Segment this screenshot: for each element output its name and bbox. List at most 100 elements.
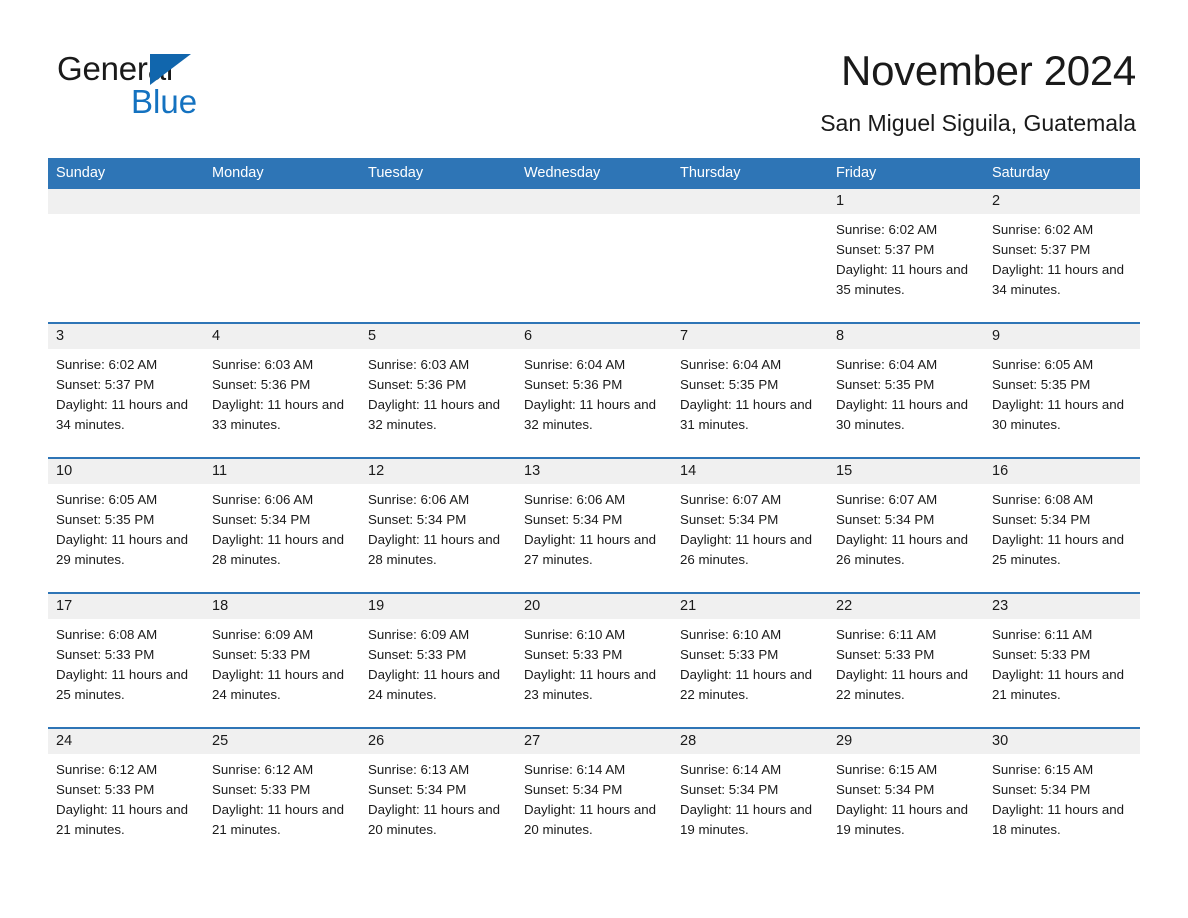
daylight-text: Daylight: 11 hours and 28 minutes.: [212, 532, 345, 567]
sunset-text: Sunset: 5:34 PM: [836, 782, 935, 797]
sunrise-text: Sunrise: 6:02 AM: [992, 222, 1094, 237]
sunrise-text: Sunrise: 6:14 AM: [524, 762, 626, 777]
day-details: Sunrise: 6:08 AM Sunset: 5:33 PM Daylight:…: [48, 619, 204, 705]
day-cell[interactable]: 27 Sunrise: 6:14 AM Sunset: 5:34 PM Dayligh…: [516, 727, 672, 841]
sunrise-text: Sunrise: 6:14 AM: [680, 762, 782, 777]
day-cell[interactable]: 17 Sunrise: 6:08 AM Sunset: 5:33 PM Dayligh…: [48, 592, 204, 728]
day-number: 25: [204, 729, 360, 754]
day-cell[interactable]: 3 Sunrise: 6:02 AM Sunset: 5:37 PM Daylight…: [48, 322, 204, 458]
sunrise-text: Sunrise: 6:06 AM: [212, 492, 314, 507]
sunrise-text: Sunrise: 6:04 AM: [836, 357, 938, 372]
sunset-text: Sunset: 5:34 PM: [680, 512, 779, 527]
day-cell[interactable]: 12 Sunrise: 6:06 AM Sunset: 5:34 PM Dayligh…: [360, 457, 516, 593]
day-cell[interactable]: 22 Sunrise: 6:11 AM Sunset: 5:33 PM Dayligh…: [828, 592, 984, 728]
day-cell-inner: 20 Sunrise: 6:10 AM Sunset: 5:33 PM Dayligh…: [516, 594, 672, 727]
day-cell[interactable]: 6 Sunrise: 6:04 AM Sunset: 5:36 PM Daylight…: [516, 322, 672, 458]
sunset-text: Sunset: 5:35 PM: [992, 377, 1091, 392]
daylight-text: Daylight: 11 hours and 31 minutes.: [680, 397, 813, 432]
day-cell-inner: 4 Sunrise: 6:03 AM Sunset: 5:36 PM Daylight…: [204, 324, 360, 457]
generalblue-logo[interactable]: General Blue: [57, 50, 357, 122]
sunrise-text: Sunrise: 6:08 AM: [992, 492, 1094, 507]
day-cell[interactable]: 15 Sunrise: 6:07 AM Sunset: 5:34 PM Dayligh…: [828, 457, 984, 593]
day-cell[interactable]: 19 Sunrise: 6:09 AM Sunset: 5:33 PM Dayligh…: [360, 592, 516, 728]
day-number: 30: [984, 729, 1140, 754]
sunset-text: Sunset: 5:36 PM: [212, 377, 311, 392]
day-details: Sunrise: 6:12 AM Sunset: 5:33 PM Daylight:…: [48, 754, 204, 840]
day-number: 17: [48, 594, 204, 619]
daylight-text: Daylight: 11 hours and 22 minutes.: [836, 667, 969, 702]
sunrise-text: Sunrise: 6:05 AM: [56, 492, 158, 507]
day-cell[interactable]: 23 Sunrise: 6:11 AM Sunset: 5:33 PM Dayligh…: [984, 592, 1140, 728]
day-details: Sunrise: 6:15 AM Sunset: 5:34 PM Daylight:…: [984, 754, 1140, 840]
calendar-week-row: 1 Sunrise: 6:02 AM Sunset: 5:37 PM Daylight…: [48, 189, 1140, 323]
day-cell[interactable]: 24 Sunrise: 6:12 AM Sunset: 5:33 PM Dayligh…: [48, 727, 204, 841]
day-details: Sunrise: 6:02 AM Sunset: 5:37 PM Daylight:…: [828, 214, 984, 300]
day-cell[interactable]: 7 Sunrise: 6:04 AM Sunset: 5:35 PM Daylight…: [672, 322, 828, 458]
sunrise-text: Sunrise: 6:10 AM: [524, 627, 626, 642]
empty-day-cell: [48, 189, 204, 323]
day-details: Sunrise: 6:05 AM Sunset: 5:35 PM Daylight:…: [48, 484, 204, 570]
weekday-header-tuesday: Tuesday: [360, 158, 516, 189]
day-cell[interactable]: 14 Sunrise: 6:07 AM Sunset: 5:34 PM Dayligh…: [672, 457, 828, 593]
day-cell[interactable]: 5 Sunrise: 6:03 AM Sunset: 5:36 PM Daylight…: [360, 322, 516, 458]
weekday-header-saturday: Saturday: [984, 158, 1140, 189]
day-cell[interactable]: 26 Sunrise: 6:13 AM Sunset: 5:34 PM Dayligh…: [360, 727, 516, 841]
day-cell[interactable]: 13 Sunrise: 6:06 AM Sunset: 5:34 PM Dayligh…: [516, 457, 672, 593]
day-number: 1: [828, 189, 984, 214]
day-cell-inner: 16 Sunrise: 6:08 AM Sunset: 5:34 PM Dayligh…: [984, 459, 1140, 592]
calendar-week-row: 24 Sunrise: 6:12 AM Sunset: 5:33 PM Dayligh…: [48, 727, 1140, 841]
day-cell[interactable]: 11 Sunrise: 6:06 AM Sunset: 5:34 PM Dayligh…: [204, 457, 360, 593]
day-cell-inner: 27 Sunrise: 6:14 AM Sunset: 5:34 PM Dayligh…: [516, 729, 672, 841]
calendar-grid: Sunday Monday Tuesday Wednesday Thursday…: [48, 158, 1140, 841]
day-cell[interactable]: 25 Sunrise: 6:12 AM Sunset: 5:33 PM Dayligh…: [204, 727, 360, 841]
sunrise-text: Sunrise: 6:11 AM: [836, 627, 937, 642]
day-number: 18: [204, 594, 360, 619]
empty-day-cell: [516, 189, 672, 323]
day-cell[interactable]: 10 Sunrise: 6:05 AM Sunset: 5:35 PM Dayligh…: [48, 457, 204, 593]
sunrise-text: Sunrise: 6:07 AM: [680, 492, 782, 507]
daylight-text: Daylight: 11 hours and 19 minutes.: [836, 802, 969, 837]
daylight-text: Daylight: 11 hours and 30 minutes.: [992, 397, 1125, 432]
day-cell[interactable]: 4 Sunrise: 6:03 AM Sunset: 5:36 PM Daylight…: [204, 322, 360, 458]
calendar-body: 1 Sunrise: 6:02 AM Sunset: 5:37 PM Daylight…: [48, 189, 1140, 841]
daylight-text: Daylight: 11 hours and 32 minutes.: [524, 397, 657, 432]
daylight-text: Daylight: 11 hours and 25 minutes.: [992, 532, 1125, 567]
day-cell[interactable]: 28 Sunrise: 6:14 AM Sunset: 5:34 PM Dayligh…: [672, 727, 828, 841]
day-cell[interactable]: 20 Sunrise: 6:10 AM Sunset: 5:33 PM Dayligh…: [516, 592, 672, 728]
day-cell[interactable]: 18 Sunrise: 6:09 AM Sunset: 5:33 PM Dayligh…: [204, 592, 360, 728]
sunset-text: Sunset: 5:36 PM: [524, 377, 623, 392]
sunset-text: Sunset: 5:34 PM: [212, 512, 311, 527]
day-number: 13: [516, 459, 672, 484]
sunrise-text: Sunrise: 6:15 AM: [992, 762, 1094, 777]
day-cell[interactable]: 8 Sunrise: 6:04 AM Sunset: 5:35 PM Daylight…: [828, 322, 984, 458]
sunset-text: Sunset: 5:34 PM: [524, 782, 623, 797]
day-cell[interactable]: 9 Sunrise: 6:05 AM Sunset: 5:35 PM Daylight…: [984, 322, 1140, 458]
day-cell-inner: 12 Sunrise: 6:06 AM Sunset: 5:34 PM Dayligh…: [360, 459, 516, 592]
day-cell-inner: 1 Sunrise: 6:02 AM Sunset: 5:37 PM Daylight…: [828, 189, 984, 322]
sunset-text: Sunset: 5:36 PM: [368, 377, 467, 392]
logo-text-blue: Blue: [131, 83, 198, 120]
daylight-text: Daylight: 11 hours and 30 minutes.: [836, 397, 969, 432]
day-cell[interactable]: 1 Sunrise: 6:02 AM Sunset: 5:37 PM Daylight…: [828, 189, 984, 323]
day-cell[interactable]: 16 Sunrise: 6:08 AM Sunset: 5:34 PM Dayligh…: [984, 457, 1140, 593]
sunset-text: Sunset: 5:34 PM: [524, 512, 623, 527]
day-details: Sunrise: 6:04 AM Sunset: 5:35 PM Daylight:…: [672, 349, 828, 435]
sunset-text: Sunset: 5:34 PM: [836, 512, 935, 527]
daylight-text: Daylight: 11 hours and 21 minutes.: [992, 667, 1125, 702]
sunrise-text: Sunrise: 6:06 AM: [524, 492, 626, 507]
sunrise-text: Sunrise: 6:12 AM: [56, 762, 158, 777]
daylight-text: Daylight: 11 hours and 26 minutes.: [836, 532, 969, 567]
day-cell[interactable]: 30 Sunrise: 6:15 AM Sunset: 5:34 PM Dayligh…: [984, 727, 1140, 841]
day-number: 9: [984, 324, 1140, 349]
day-details: Sunrise: 6:02 AM Sunset: 5:37 PM Daylight:…: [984, 214, 1140, 300]
day-number: 26: [360, 729, 516, 754]
day-cell[interactable]: 29 Sunrise: 6:15 AM Sunset: 5:34 PM Dayligh…: [828, 727, 984, 841]
daylight-text: Daylight: 11 hours and 20 minutes.: [524, 802, 657, 837]
daylight-text: Daylight: 11 hours and 24 minutes.: [212, 667, 345, 702]
day-cell[interactable]: 21 Sunrise: 6:10 AM Sunset: 5:33 PM Dayligh…: [672, 592, 828, 728]
day-number: 8: [828, 324, 984, 349]
day-number: 16: [984, 459, 1140, 484]
day-number: 19: [360, 594, 516, 619]
day-cell[interactable]: 2 Sunrise: 6:02 AM Sunset: 5:37 PM Daylight…: [984, 189, 1140, 323]
day-number: 28: [672, 729, 828, 754]
